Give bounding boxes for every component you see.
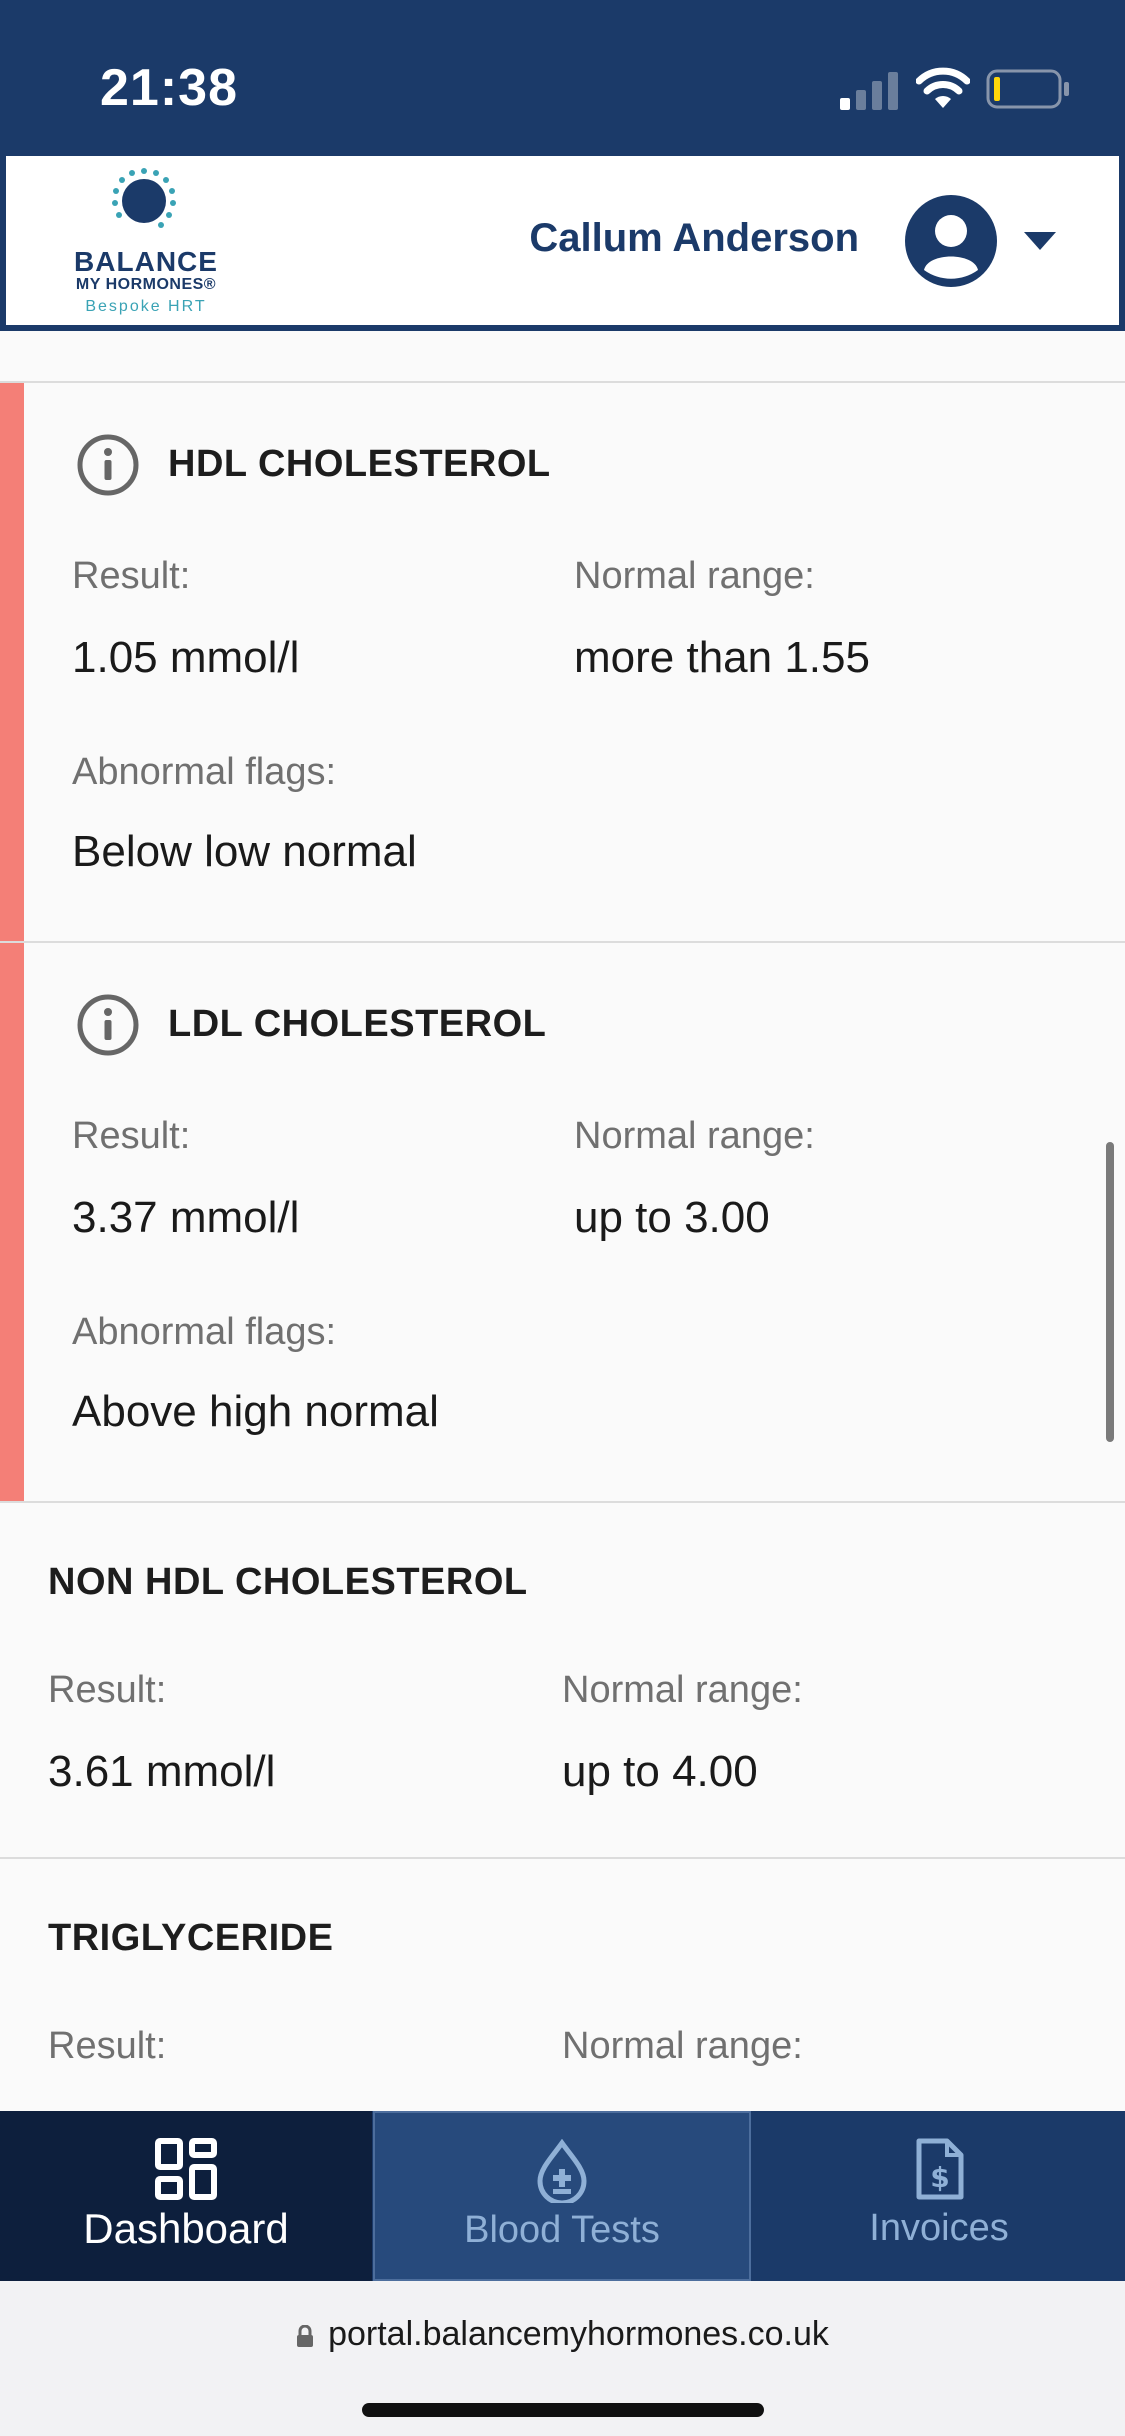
- header-bar: BALANCE MY HORMONES® Bespoke HRT Callum …: [6, 156, 1119, 325]
- wifi-icon: [916, 67, 970, 108]
- nav-blood-tests-label: Blood Tests: [464, 2209, 660, 2251]
- result-label: Result:: [72, 555, 191, 597]
- svg-text:$: $: [930, 2161, 949, 2194]
- cellular-signal-icon: [840, 72, 898, 110]
- screen: 21:38 BALANCE MY HORMONES® Bespoke HRT C…: [0, 0, 1125, 2436]
- app-header: BALANCE MY HORMONES® Bespoke HRT Callum …: [0, 156, 1125, 331]
- browser-bar: portal.balancemyhormones.co.uk: [0, 2281, 1125, 2436]
- logo-text-my-hormones: MY HORMONES®: [75, 276, 217, 293]
- invoice-icon: $: [916, 2138, 964, 2200]
- info-icon[interactable]: [76, 433, 140, 497]
- abnormal-flags-label: Abnormal flags:: [72, 1311, 337, 1353]
- results-list: HDL CHOLESTEROL Result: 1.05 mmol/l Norm…: [0, 331, 1125, 2111]
- nav-invoices-label: Invoices: [869, 2207, 1009, 2249]
- battery-icon: [986, 69, 1069, 109]
- nav-dashboard[interactable]: Dashboard: [0, 2111, 372, 2281]
- status-bar: 21:38: [0, 0, 1125, 156]
- result-card-hdl-cholesterol: HDL CHOLESTEROL Result: 1.05 mmol/l Norm…: [0, 383, 1125, 943]
- caret-down-icon[interactable]: [1022, 228, 1058, 252]
- nav-blood-tests[interactable]: Blood Tests: [373, 2111, 751, 2281]
- lock-icon: [297, 2325, 314, 2347]
- status-time: 21:38: [100, 59, 238, 117]
- home-indicator[interactable]: [362, 2403, 764, 2417]
- result-value: 3.61 mmol/l: [48, 1747, 276, 1796]
- result-card-triglyceride: TRIGLYCERIDE Result: Normal range:: [0, 1859, 1125, 2111]
- abnormal-flags-value: Above high normal: [72, 1387, 439, 1436]
- result-value: 1.05 mmol/l: [72, 633, 300, 682]
- result-title: NON HDL CHOLESTEROL: [48, 1561, 528, 1603]
- normal-range-label: Normal range:: [562, 1669, 803, 1711]
- user-name[interactable]: Callum Anderson: [529, 216, 859, 261]
- result-label: Result:: [72, 1115, 191, 1157]
- url-bar[interactable]: portal.balancemyhormones.co.uk: [0, 2315, 1125, 2354]
- result-value: 3.37 mmol/l: [72, 1193, 300, 1242]
- normal-range-label: Normal range:: [562, 2025, 803, 2067]
- scrollbar-thumb[interactable]: [1106, 1142, 1114, 1442]
- bottom-nav: Dashboard Blood Tests $ Invoices: [0, 2111, 1125, 2281]
- dashboard-icon: [155, 2138, 217, 2200]
- normal-range-value: up to 3.00: [574, 1193, 770, 1242]
- logo-text-balance: BALANCE: [74, 246, 218, 277]
- info-icon[interactable]: [76, 993, 140, 1057]
- nav-dashboard-label: Dashboard: [83, 2205, 289, 2252]
- result-title: HDL CHOLESTEROL: [168, 443, 551, 485]
- result-card-non-hdl-cholesterol: NON HDL CHOLESTEROL Result: 3.61 mmol/l …: [0, 1503, 1125, 1859]
- result-label: Result:: [48, 1669, 167, 1711]
- nav-invoices[interactable]: $ Invoices: [753, 2111, 1125, 2281]
- result-label: Result:: [48, 2025, 167, 2067]
- result-card-ldl-cholesterol: LDL CHOLESTEROL Result: 3.37 mmol/l Norm…: [0, 943, 1125, 1503]
- normal-range-value: up to 4.00: [562, 1747, 758, 1796]
- abnormal-flags-label: Abnormal flags:: [72, 751, 337, 793]
- user-avatar-icon[interactable]: [904, 194, 998, 288]
- result-title: LDL CHOLESTEROL: [168, 1003, 547, 1045]
- logo-mark-icon: [112, 168, 176, 228]
- normal-range-label: Normal range:: [574, 1115, 815, 1157]
- url-text: portal.balancemyhormones.co.uk: [328, 2315, 829, 2353]
- normal-range-label: Normal range:: [574, 555, 815, 597]
- blood-drop-icon: [537, 2139, 587, 2203]
- normal-range-value: more than 1.55: [574, 633, 870, 682]
- brand-logo[interactable]: BALANCE MY HORMONES® Bespoke HRT: [66, 166, 226, 316]
- logo-tagline: Bespoke HRT: [85, 298, 207, 315]
- result-title: TRIGLYCERIDE: [48, 1917, 334, 1959]
- abnormal-flags-value: Below low normal: [72, 827, 417, 876]
